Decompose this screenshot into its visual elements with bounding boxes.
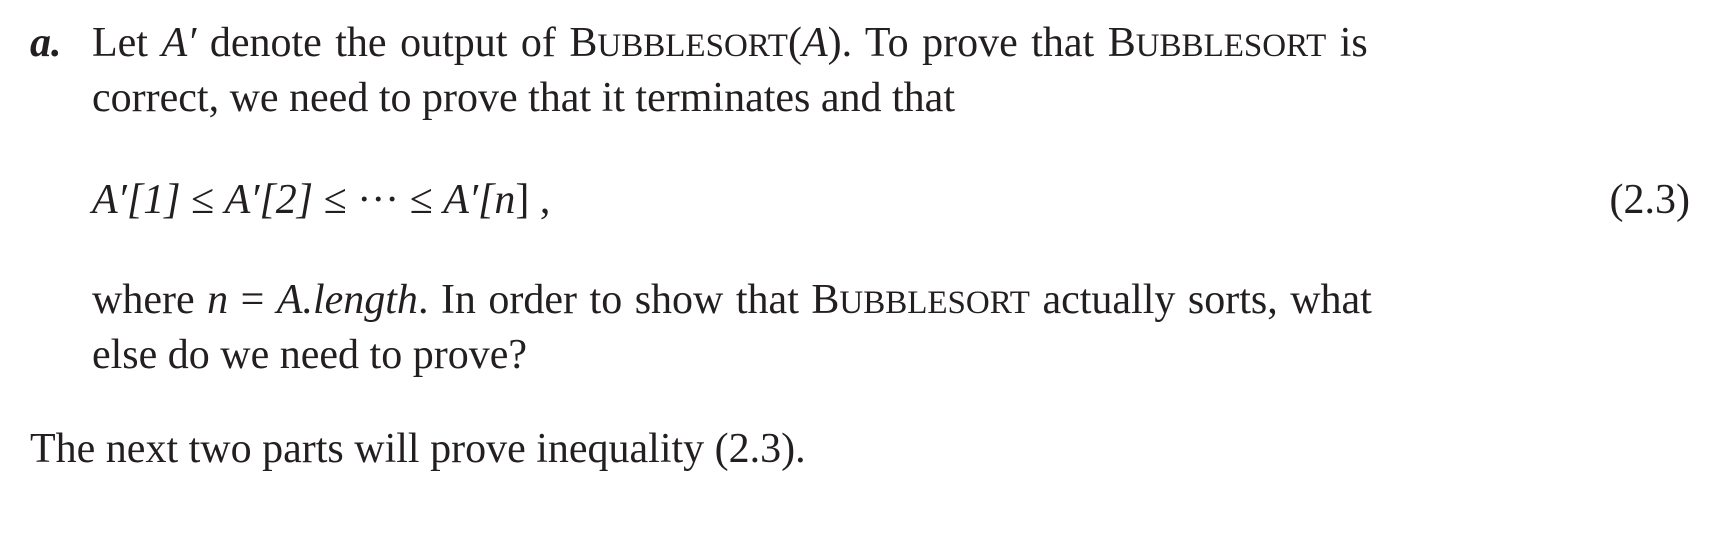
equation-number: (2.3) — [1609, 177, 1690, 223]
closing-sentence: The next two parts will prove inequality… — [30, 426, 806, 472]
smallcaps-rest: UBBLESORT — [1135, 28, 1327, 64]
math-n: n — [494, 177, 516, 223]
math-a: A — [801, 20, 828, 66]
smallcaps-initial: B — [569, 20, 598, 66]
part-a-line-4: where n = A.length. In order to show tha… — [92, 279, 1372, 321]
math-operator: = — [228, 277, 277, 323]
math-bracket: ] — [515, 177, 530, 223]
text: actually sorts, what — [1029, 277, 1372, 323]
smallcaps-rest: UBBLESORT — [839, 285, 1030, 321]
text: is — [1326, 20, 1368, 66]
paren-open: ( — [787, 20, 802, 66]
paren-close: ) — [827, 20, 842, 66]
text: . To prove that — [841, 20, 1108, 66]
math-term: A′[1] — [92, 177, 181, 223]
math-a-length: A.length — [276, 277, 418, 323]
text: where — [92, 277, 208, 323]
part-a-line-5: else do we need to prove? — [92, 332, 527, 378]
math-term: A′[2] — [224, 177, 314, 223]
smallcaps-rest: UBBLESORT — [597, 28, 788, 64]
math-comma: , — [529, 177, 551, 223]
part-label: a. — [30, 20, 62, 66]
math-a-prime: A′ — [161, 20, 197, 66]
smallcaps-initial: B — [1107, 20, 1136, 66]
math-operator: ≤ ··· ≤ — [313, 177, 444, 223]
text: . In order to show that — [417, 277, 812, 323]
smallcaps-initial: B — [811, 277, 840, 323]
part-a-line-2: correct, we need to prove that it termin… — [92, 75, 955, 121]
text: Let — [92, 20, 162, 66]
part-a-line-1: a. Let A′ denote the output of BUBBLESORT… — [30, 22, 1690, 64]
math-term: A′[ — [443, 177, 495, 223]
text: denote the output of — [196, 20, 570, 66]
equation-2-3: A′[1] ≤ A′[2] ≤ ··· ≤ A′[n] , — [92, 179, 550, 221]
math-n: n — [207, 277, 229, 323]
math-operator: ≤ — [180, 177, 225, 223]
